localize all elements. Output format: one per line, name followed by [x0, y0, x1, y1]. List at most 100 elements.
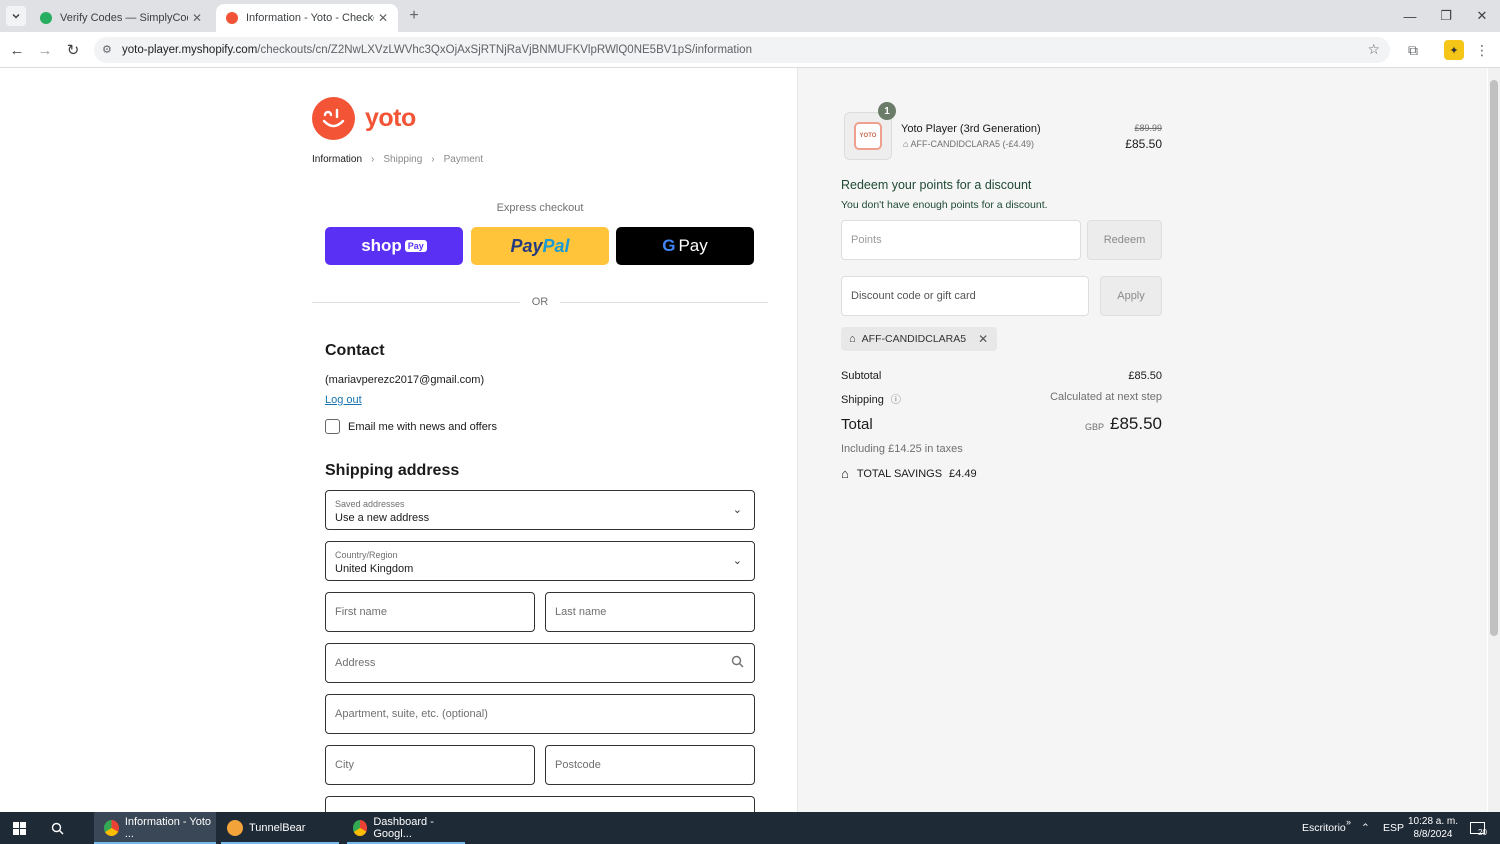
tab-strip: Verify Codes — SimplyCodes ✕ Information… [0, 0, 1500, 32]
reload-icon[interactable]: ↻ [61, 38, 85, 62]
total-value: £85.50 [1110, 414, 1162, 433]
chevron-right-icon: › [431, 154, 435, 165]
breadcrumb-shipping[interactable]: Shipping [383, 154, 422, 165]
windows-start-icon[interactable] [8, 812, 30, 844]
chrome-icon [104, 820, 119, 836]
apartment-field[interactable]: Apartment, suite, etc. (optional) [325, 694, 755, 734]
tab-title: Verify Codes — SimplyCodes [60, 12, 188, 24]
product-name: Yoto Player (3rd Generation) [901, 123, 1041, 135]
window-close-icon[interactable]: ✕ [1464, 0, 1500, 32]
taskbar-app-chrome-dashboard[interactable]: Dashboard - Googl... [347, 812, 465, 844]
tray-chevron-up-icon[interactable]: ⌃ [1361, 812, 1370, 844]
city-field[interactable]: City [325, 745, 535, 785]
subtotal-row: Subtotal £85.50 [841, 370, 1162, 382]
system-clock[interactable]: 10:28 a. m. 8/8/2024 [1402, 815, 1464, 841]
saved-addresses-label: Saved addresses [335, 499, 405, 509]
page-scrollbar[interactable] [1488, 68, 1500, 812]
minimize-icon[interactable]: — [1392, 0, 1428, 32]
newsletter-option[interactable]: Email me with news and offers [325, 419, 497, 434]
tab-simplycodes[interactable]: Verify Codes — SimplyCodes ✕ [30, 4, 212, 32]
redeem-button[interactable]: Redeem [1087, 220, 1162, 260]
logout-link[interactable]: Log out [325, 394, 362, 406]
menu-kebab-icon[interactable]: ⋮ [1472, 40, 1492, 60]
profile-extension-icon[interactable]: ✦ [1444, 40, 1464, 60]
close-tab-icon[interactable]: ✕ [192, 11, 202, 25]
total-row: Total GBP £85.50 [841, 412, 1162, 436]
shipping-row: Shipping ⓘ Calculated at next step [841, 391, 1162, 406]
url-host: yoto-player.myshopify.com [122, 44, 258, 56]
new-tab-button[interactable]: + [404, 6, 424, 26]
postcode-placeholder: Postcode [555, 759, 601, 771]
address-bar[interactable]: ⚙ yoto-player.myshopify.com/checkouts/cn… [94, 37, 1390, 63]
apartment-placeholder: Apartment, suite, etc. (optional) [335, 708, 488, 720]
chevron-right-icon: › [371, 154, 375, 165]
notifications-icon[interactable]: 20 [1467, 812, 1487, 844]
back-icon[interactable]: ← [5, 38, 29, 62]
browser-toolbar: ← → ↻ ⚙ yoto-player.myshopify.com/checko… [0, 32, 1500, 68]
chrome-icon [353, 820, 368, 836]
site-settings-icon[interactable]: ⚙ [102, 43, 116, 57]
taskbar-app-tunnelbear[interactable]: TunnelBear [221, 812, 339, 844]
phone-field[interactable] [325, 796, 755, 812]
newsletter-label: Email me with news and offers [348, 420, 497, 433]
first-name-field[interactable]: First name [325, 592, 535, 632]
tab-search-button[interactable] [6, 6, 26, 26]
apply-discount-button[interactable]: Apply [1100, 276, 1162, 316]
country-label: Country/Region [335, 550, 398, 560]
scrollbar-thumb[interactable] [1490, 80, 1498, 636]
subtotal-value: £85.50 [1128, 370, 1162, 382]
applied-discount-tag: ⌂ AFF-CANDIDCLARA5 ✕ [841, 327, 997, 351]
address-field[interactable]: Address [325, 643, 755, 683]
points-input[interactable]: Points [841, 220, 1081, 260]
google-pay-button[interactable]: G Pay [616, 227, 754, 265]
last-name-field[interactable]: Last name [545, 592, 755, 632]
shipping-address-heading: Shipping address [325, 462, 460, 479]
remove-discount-icon[interactable]: ✕ [978, 332, 988, 346]
search-icon [731, 655, 744, 671]
toolbar-expand-icon[interactable]: » [1346, 806, 1351, 838]
restore-icon[interactable]: ❐ [1428, 0, 1464, 32]
saved-addresses-value: Use a new address [335, 512, 430, 524]
taskbar-app-chrome-yoto[interactable]: Information - Yoto ... [94, 812, 216, 844]
notification-count: 20 [1478, 828, 1487, 837]
country-select[interactable]: Country/Region United Kingdom ⌄ [325, 541, 755, 581]
postcode-field[interactable]: Postcode [545, 745, 755, 785]
tag-icon: ⌂ [849, 333, 856, 345]
tab-yoto-checkout[interactable]: Information - Yoto - Checkout ✕ [216, 4, 398, 32]
paypal-button[interactable]: Pay Pal [471, 227, 609, 265]
or-text: OR [531, 296, 549, 308]
tab-title: Information - Yoto - Checkout [246, 12, 374, 24]
city-placeholder: City [335, 759, 354, 771]
express-checkout-label: Express checkout [496, 202, 584, 214]
breadcrumb-payment[interactable]: Payment [444, 154, 483, 165]
discount-code-input[interactable]: Discount code or gift card [841, 276, 1089, 316]
bookmark-star-icon[interactable]: ☆ [1367, 41, 1380, 58]
tag-icon: ⌂ [841, 466, 849, 481]
info-icon[interactable]: ⓘ [891, 395, 901, 406]
saved-addresses-select[interactable]: Saved addresses Use a new address ⌄ [325, 490, 755, 530]
redeem-points-title: Redeem your points for a discount [841, 178, 1032, 192]
extensions-icon[interactable]: ⧉ [1403, 40, 1423, 60]
product-discount: ⌂ AFF-CANDIDCLARA5 (-£4.49) [903, 139, 1034, 149]
total-label: Total [841, 416, 873, 433]
yoto-logo-icon [312, 97, 355, 140]
search-icon[interactable] [46, 812, 68, 844]
newsletter-checkbox[interactable] [325, 419, 340, 434]
applied-code-text: AFF-CANDIDCLARA5 [861, 333, 967, 345]
url-path: /checkouts/cn/Z2NwLXVzLWVhc3QxOjAxSjRTNj… [257, 44, 752, 56]
contact-heading: Contact [325, 342, 385, 359]
address-placeholder: Address [335, 657, 376, 669]
quantity-badge: 1 [878, 102, 896, 120]
shop-pay-badge: Pay [404, 240, 427, 252]
desktop-toolbar-label[interactable]: Escritorio [1302, 812, 1346, 844]
forward-icon[interactable]: → [33, 38, 57, 62]
close-tab-icon[interactable]: ✕ [378, 11, 388, 25]
store-logo[interactable]: yoto [312, 97, 416, 140]
first-name-placeholder: First name [335, 606, 387, 618]
shipping-value: Calculated at next step [1050, 391, 1162, 403]
language-indicator[interactable]: ESP [1383, 812, 1404, 844]
shop-pay-button[interactable]: shop Pay [325, 227, 463, 265]
chevron-down-icon: ⌄ [732, 504, 742, 516]
chevron-down-icon [12, 13, 20, 19]
shop-pay-label: shop [361, 236, 402, 255]
